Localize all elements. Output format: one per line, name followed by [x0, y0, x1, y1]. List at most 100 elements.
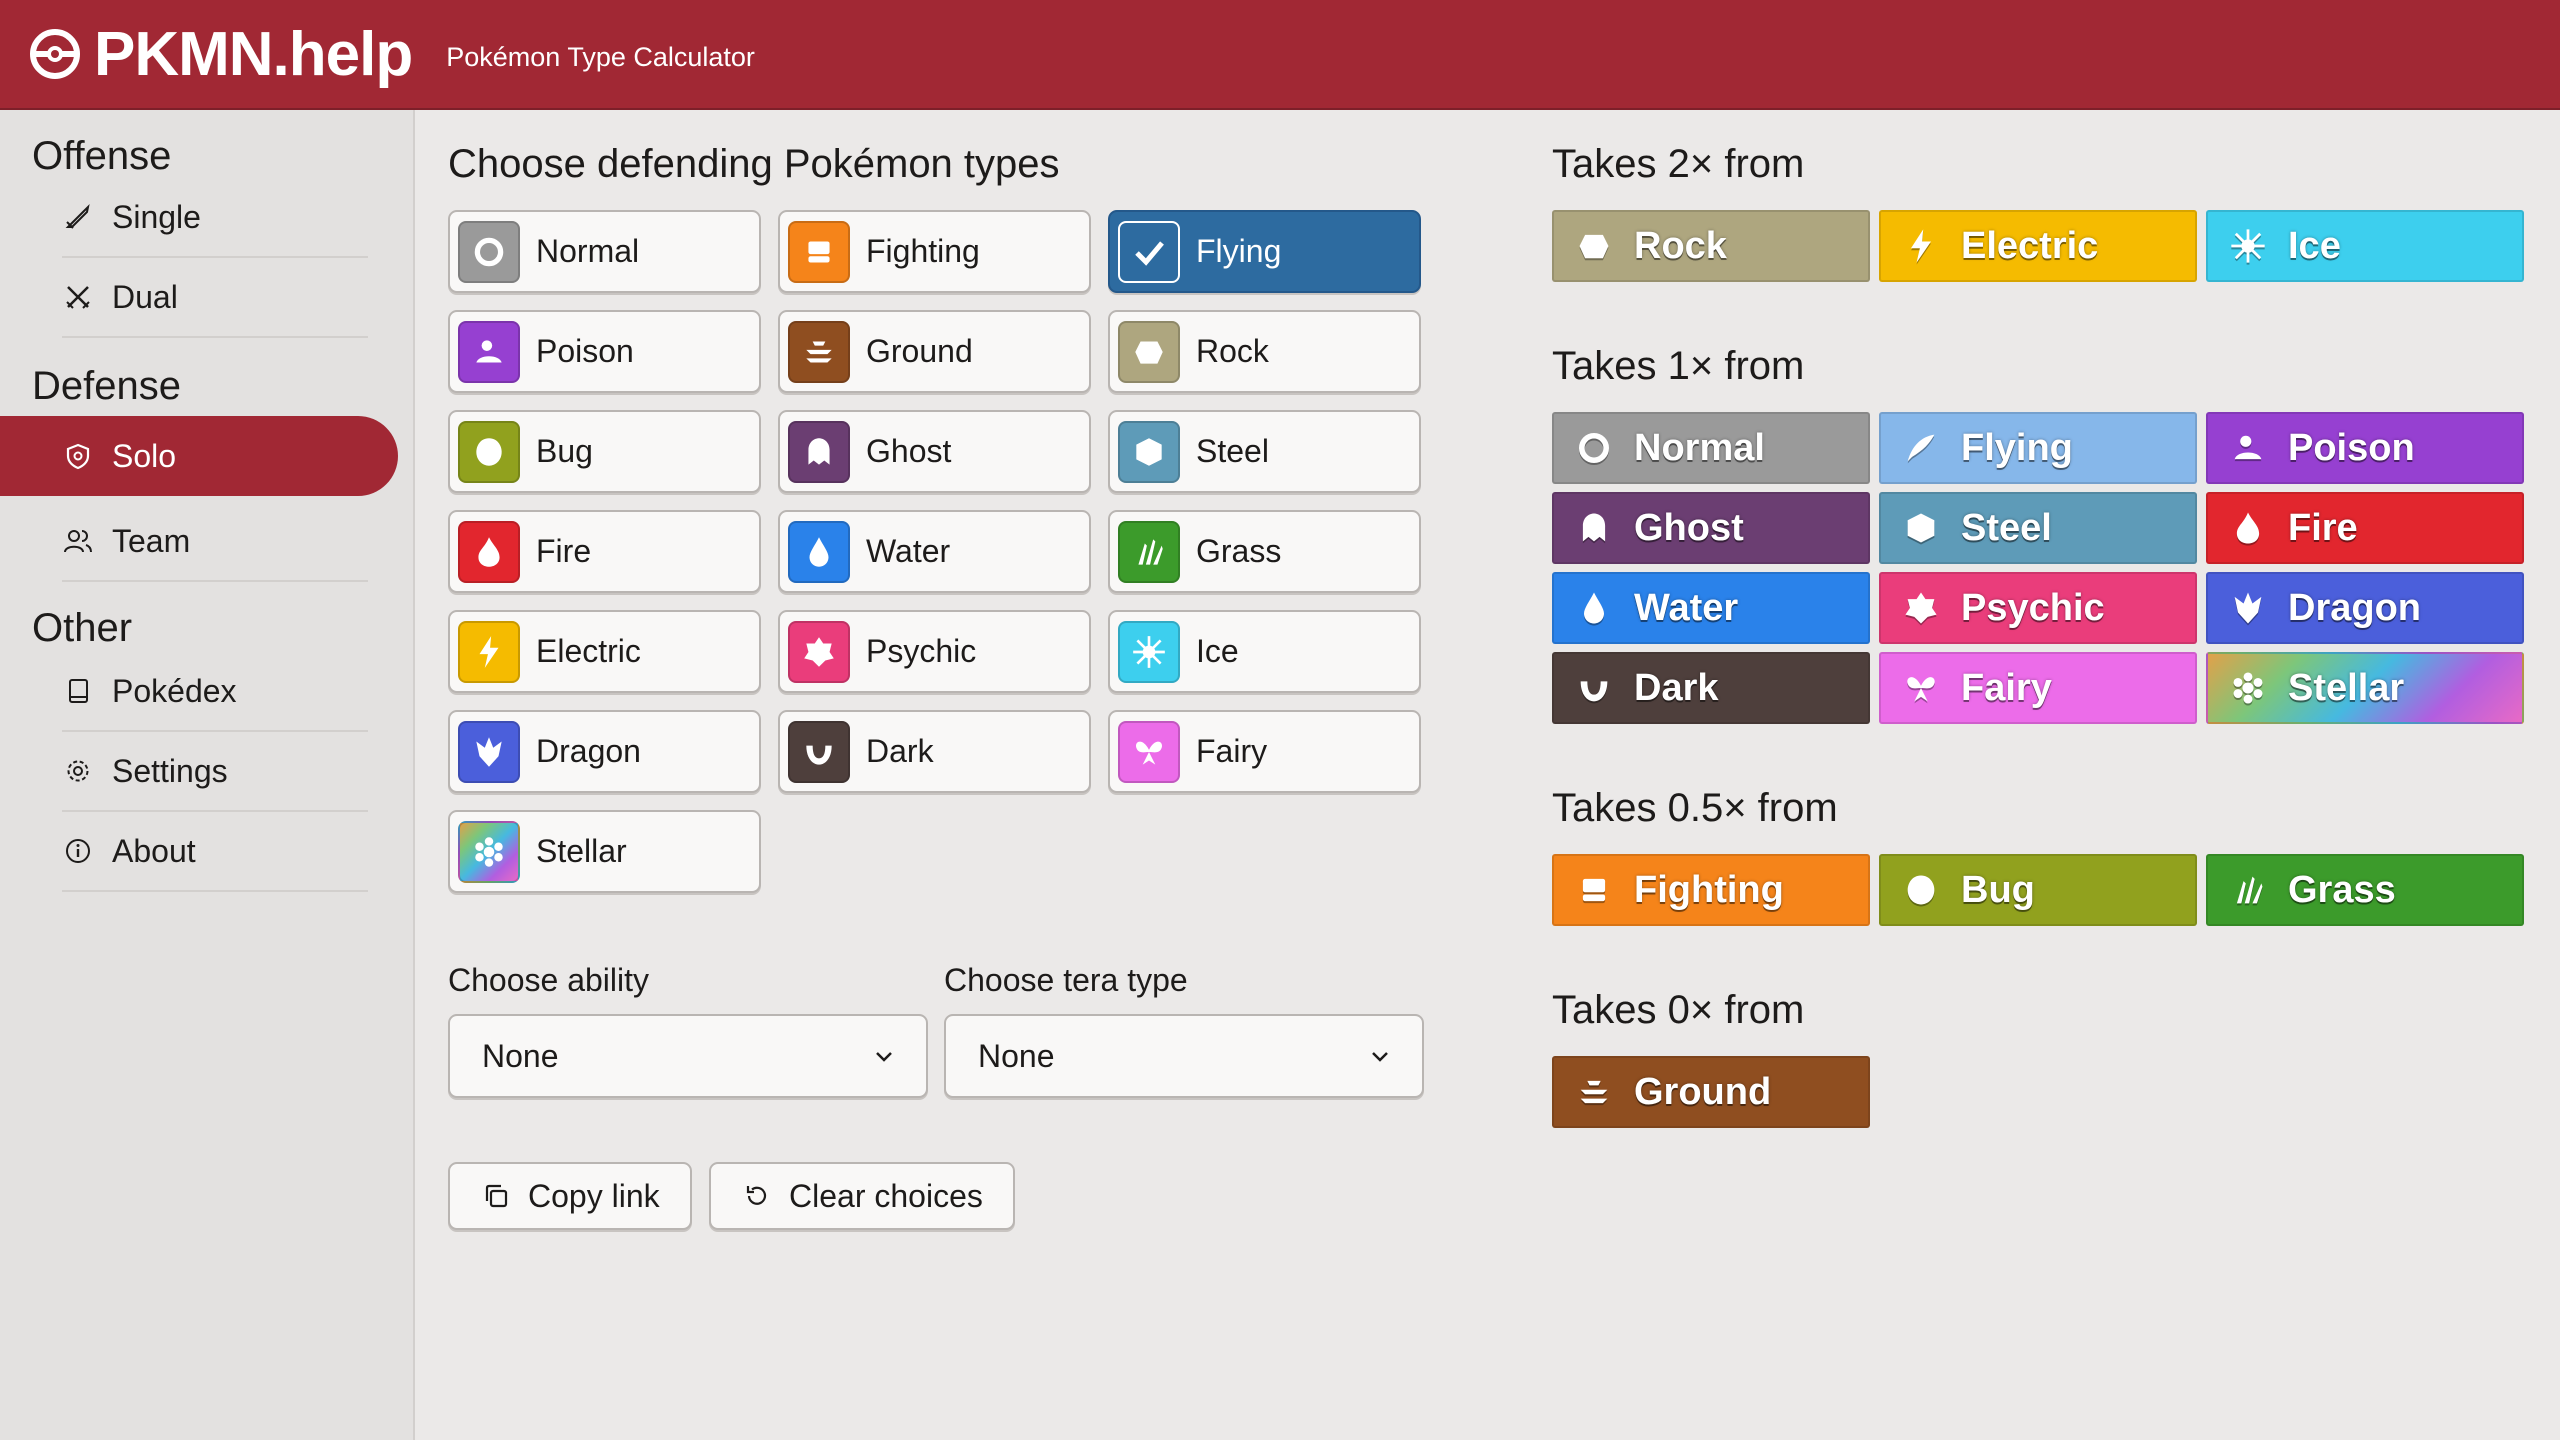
type-badge-label: Normal	[1634, 426, 1765, 469]
type-badge-label: Poison	[2288, 426, 2415, 469]
type-button-ground[interactable]: Ground	[778, 310, 1091, 393]
type-badge-electric: Electric	[1879, 210, 2197, 282]
type-button-dragon[interactable]: Dragon	[448, 710, 761, 793]
type-badge-label: Ground	[1634, 1070, 1772, 1113]
sidebar-item-label: Dual	[112, 278, 178, 315]
tera-select[interactable]: None	[944, 1014, 1424, 1098]
takes-0x-grid: Ground	[1552, 1056, 2524, 1128]
sidebar-item-single[interactable]: Single	[62, 178, 368, 258]
pokeball-logo-icon[interactable]	[30, 29, 80, 79]
type-button-label: Rock	[1196, 333, 1269, 369]
type-button-rock[interactable]: Rock	[1108, 310, 1421, 393]
electric-type-icon	[458, 620, 520, 683]
stellar-type-icon	[2226, 666, 2270, 710]
ability-select[interactable]: None	[448, 1014, 928, 1098]
type-badge-ground: Ground	[1552, 1056, 1870, 1128]
type-button-label: Dragon	[536, 733, 641, 769]
dragon-type-icon	[2226, 586, 2270, 630]
type-badge-label: Dark	[1634, 666, 1719, 709]
type-badge-label: Water	[1634, 586, 1739, 629]
electric-type-icon	[1899, 224, 1943, 268]
type-choice-grid: Normal Fighting Flying Poison Ground Rock Bug G…	[448, 210, 1421, 893]
type-button-ice[interactable]: Ice	[1108, 610, 1421, 693]
type-button-water[interactable]: Water	[778, 510, 1091, 593]
sidebar-item-pokedex[interactable]: Pokédex	[62, 652, 368, 732]
chevron-down-icon	[1372, 1052, 1388, 1062]
sidebar-item-solo[interactable]: Solo	[0, 416, 398, 496]
steel-type-icon	[1899, 506, 1943, 550]
normal-type-icon	[458, 220, 520, 283]
brand-title[interactable]: PKMN.help	[94, 19, 413, 90]
type-badge-grass: Grass	[2206, 854, 2524, 926]
type-button-steel[interactable]: Steel	[1108, 410, 1421, 493]
book-icon	[62, 675, 94, 707]
type-button-label: Ice	[1196, 633, 1239, 669]
sidebar-item-label: Team	[112, 522, 191, 559]
type-badge-water: Water	[1552, 572, 1870, 644]
type-badge-fighting: Fighting	[1552, 854, 1870, 926]
takes-1x-title: Takes 1× from	[1552, 344, 1805, 388]
type-badge-bug: Bug	[1879, 854, 2197, 926]
fairy-type-icon	[1118, 720, 1180, 783]
type-badge-label: Fairy	[1961, 666, 2052, 709]
type-badge-label: Ghost	[1634, 506, 1744, 549]
page-title: Choose defending Pokémon types	[448, 142, 1060, 186]
type-button-fire[interactable]: Fire	[448, 510, 761, 593]
sidebar-item-dual[interactable]: Dual	[62, 258, 368, 338]
dragon-type-icon	[458, 720, 520, 783]
takes-2x-grid: Rock Electric Ice	[1552, 210, 2524, 282]
type-button-stellar[interactable]: Stellar	[448, 810, 761, 893]
type-button-poison[interactable]: Poison	[448, 310, 761, 393]
type-button-label: Ghost	[866, 433, 952, 469]
type-badge-ice: Ice	[2206, 210, 2524, 282]
type-button-grass[interactable]: Grass	[1108, 510, 1421, 593]
type-badge-fairy: Fairy	[1879, 652, 2197, 724]
type-button-psychic[interactable]: Psychic	[778, 610, 1091, 693]
type-button-bug[interactable]: Bug	[448, 410, 761, 493]
app-header: PKMN.help Pokémon Type Calculator	[0, 0, 2560, 110]
sidebar-item-about[interactable]: About	[62, 812, 368, 892]
type-button-normal[interactable]: Normal	[448, 210, 761, 293]
type-button-dark[interactable]: Dark	[778, 710, 1091, 793]
ghost-type-icon	[1572, 506, 1616, 550]
takes-1x-grid: Normal Flying Poison Ghost Steel Fire Water Psy…	[1552, 412, 2524, 724]
fighting-type-icon	[1572, 868, 1616, 912]
type-button-fighting[interactable]: Fighting	[778, 210, 1091, 293]
sidebar-item-label: Settings	[112, 752, 228, 789]
copy-link-button[interactable]: Copy link	[448, 1162, 692, 1230]
takes-half-title: Takes 0.5× from	[1552, 786, 1838, 830]
fire-type-icon	[2226, 506, 2270, 550]
info-icon	[62, 835, 94, 867]
type-badge-label: Dragon	[2288, 586, 2421, 629]
ice-type-icon	[1118, 620, 1180, 683]
reset-icon	[741, 1180, 773, 1212]
type-button-electric[interactable]: Electric	[448, 610, 761, 693]
fighting-type-icon	[788, 220, 850, 283]
grass-type-icon	[2226, 868, 2270, 912]
type-badge-label: Fighting	[1634, 868, 1784, 911]
type-badge-label: Bug	[1961, 868, 2035, 911]
type-badge-normal: Normal	[1552, 412, 1870, 484]
type-badge-dragon: Dragon	[2206, 572, 2524, 644]
dark-type-icon	[1572, 666, 1616, 710]
type-button-label: Psychic	[866, 633, 977, 669]
type-button-fairy[interactable]: Fairy	[1108, 710, 1421, 793]
ice-type-icon	[2226, 224, 2270, 268]
sidebar-item-settings[interactable]: Settings	[62, 732, 368, 812]
type-button-label: Poison	[536, 333, 634, 369]
clear-choices-button[interactable]: Clear choices	[709, 1162, 1015, 1230]
type-badge-psychic: Psychic	[1879, 572, 2197, 644]
type-badge-label: Fire	[2288, 506, 2358, 549]
type-button-label: Ground	[866, 333, 973, 369]
type-button-label: Grass	[1196, 533, 1282, 569]
type-button-flying[interactable]: Flying	[1108, 210, 1421, 293]
poison-type-icon	[2226, 426, 2270, 470]
sidebar-item-team[interactable]: Team	[62, 502, 368, 582]
chevron-down-icon	[876, 1052, 892, 1062]
type-button-label: Flying	[1196, 233, 1282, 269]
sidebar-item-label: About	[112, 832, 196, 869]
type-button-label: Steel	[1196, 433, 1269, 469]
fire-type-icon	[458, 520, 520, 583]
type-button-ghost[interactable]: Ghost	[778, 410, 1091, 493]
steel-type-icon	[1118, 420, 1180, 483]
